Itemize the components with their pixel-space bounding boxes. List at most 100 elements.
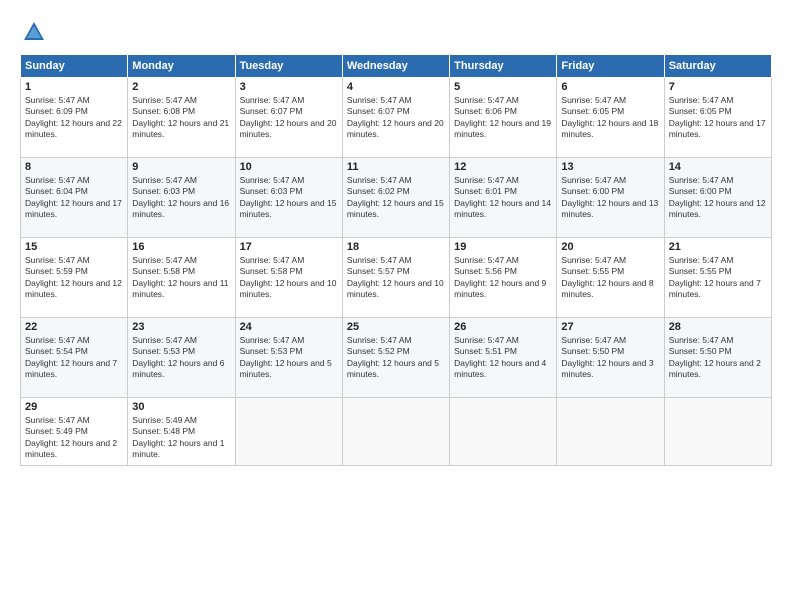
- day-number: 28: [669, 321, 767, 333]
- calendar-cell: 9Sunrise: 5:47 AM Sunset: 6:03 PM Daylig…: [128, 158, 235, 238]
- day-info: Sunrise: 5:47 AM Sunset: 5:51 PM Dayligh…: [454, 335, 552, 381]
- logo: [20, 18, 52, 46]
- day-info: Sunrise: 5:47 AM Sunset: 5:54 PM Dayligh…: [25, 335, 123, 381]
- calendar-cell: 6 Sunrise: 5:47 AM Sunset: 6:05 PM Daylig…: [557, 78, 664, 158]
- day-number: 2: [132, 81, 230, 93]
- day-number: 8: [25, 161, 123, 173]
- day-info: Sunrise: 5:47 AM Sunset: 6:05 PM Dayligh…: [561, 95, 659, 141]
- calendar-header: SundayMondayTuesdayWednesdayThursdayFrid…: [21, 55, 772, 78]
- calendar-cell: 12 Sunrise: 5:47 AM Sunset: 6:01 PM Dayli…: [450, 158, 557, 238]
- calendar-cell: 17 Sunrise: 5:47 AM Sunset: 5:58 PM Dayli…: [235, 238, 342, 318]
- day-info: Sunrise: 5:47 AM Sunset: 5:50 PM Dayligh…: [561, 335, 659, 381]
- day-info: Sunrise: 5:47 AM Sunset: 6:09 PM Dayligh…: [25, 95, 123, 141]
- day-number: 25: [347, 321, 445, 333]
- day-info: Sunrise: 5:49 AM Sunset: 5:48 PM Dayligh…: [132, 415, 230, 461]
- day-info: Sunrise: 5:47 AM Sunset: 6:02 PM Dayligh…: [347, 175, 445, 221]
- day-number: 16: [132, 241, 230, 253]
- calendar-week-4: 22 Sunrise: 5:47 AM Sunset: 5:54 PM Dayli…: [21, 318, 772, 398]
- day-number: 30: [132, 401, 230, 413]
- calendar-cell: 29Sunrise: 5:47 AM Sunset: 5:49 PM Dayli…: [21, 398, 128, 466]
- calendar-cell: [450, 398, 557, 466]
- day-number: 18: [347, 241, 445, 253]
- calendar-cell: [664, 398, 771, 466]
- weekday-header-tuesday: Tuesday: [235, 55, 342, 78]
- day-number: 27: [561, 321, 659, 333]
- calendar-week-3: 15 Sunrise: 5:47 AM Sunset: 5:59 PM Dayli…: [21, 238, 772, 318]
- day-number: 11: [347, 161, 445, 173]
- weekday-header-thursday: Thursday: [450, 55, 557, 78]
- day-info: Sunrise: 5:47 AM Sunset: 5:53 PM Dayligh…: [240, 335, 338, 381]
- calendar-cell: 8 Sunrise: 5:47 AM Sunset: 6:04 PM Daylig…: [21, 158, 128, 238]
- day-number: 5: [454, 81, 552, 93]
- calendar-cell: 21Sunrise: 5:47 AM Sunset: 5:55 PM Dayli…: [664, 238, 771, 318]
- calendar-cell: [235, 398, 342, 466]
- calendar-body: 1 Sunrise: 5:47 AM Sunset: 6:09 PM Daylig…: [21, 78, 772, 466]
- day-info: Sunrise: 5:47 AM Sunset: 6:03 PM Dayligh…: [240, 175, 338, 221]
- day-info: Sunrise: 5:47 AM Sunset: 5:49 PM Dayligh…: [25, 415, 123, 461]
- day-info: Sunrise: 5:47 AM Sunset: 5:50 PM Dayligh…: [669, 335, 767, 381]
- day-info: Sunrise: 5:47 AM Sunset: 6:01 PM Dayligh…: [454, 175, 552, 221]
- day-number: 22: [25, 321, 123, 333]
- day-number: 6: [561, 81, 659, 93]
- weekday-header-sunday: Sunday: [21, 55, 128, 78]
- calendar-cell: 16 Sunrise: 5:47 AM Sunset: 5:58 PM Dayli…: [128, 238, 235, 318]
- weekday-header-row: SundayMondayTuesdayWednesdayThursdayFrid…: [21, 55, 772, 78]
- calendar-cell: 20 Sunrise: 5:47 AM Sunset: 5:55 PM Dayli…: [557, 238, 664, 318]
- day-info: Sunrise: 5:47 AM Sunset: 6:00 PM Dayligh…: [561, 175, 659, 221]
- page: SundayMondayTuesdayWednesdayThursdayFrid…: [0, 0, 792, 612]
- day-number: 1: [25, 81, 123, 93]
- day-info: Sunrise: 5:47 AM Sunset: 6:04 PM Dayligh…: [25, 175, 123, 221]
- calendar-cell: 5 Sunrise: 5:47 AM Sunset: 6:06 PM Daylig…: [450, 78, 557, 158]
- day-info: Sunrise: 5:47 AM Sunset: 6:06 PM Dayligh…: [454, 95, 552, 141]
- day-info: Sunrise: 5:47 AM Sunset: 6:03 PM Dayligh…: [132, 175, 230, 221]
- day-number: 10: [240, 161, 338, 173]
- weekday-header-saturday: Saturday: [664, 55, 771, 78]
- day-info: Sunrise: 5:47 AM Sunset: 5:55 PM Dayligh…: [561, 255, 659, 301]
- calendar-cell: 3Sunrise: 5:47 AM Sunset: 6:07 PM Daylig…: [235, 78, 342, 158]
- day-info: Sunrise: 5:47 AM Sunset: 5:58 PM Dayligh…: [132, 255, 230, 301]
- calendar-cell: [342, 398, 449, 466]
- day-info: Sunrise: 5:47 AM Sunset: 5:53 PM Dayligh…: [132, 335, 230, 381]
- calendar-cell: 26Sunrise: 5:47 AM Sunset: 5:51 PM Dayli…: [450, 318, 557, 398]
- calendar-cell: 2 Sunrise: 5:47 AM Sunset: 6:08 PM Daylig…: [128, 78, 235, 158]
- weekday-header-friday: Friday: [557, 55, 664, 78]
- day-info: Sunrise: 5:47 AM Sunset: 6:07 PM Dayligh…: [347, 95, 445, 141]
- calendar-cell: 10 Sunrise: 5:47 AM Sunset: 6:03 PM Dayli…: [235, 158, 342, 238]
- calendar-cell: 13 Sunrise: 5:47 AM Sunset: 6:00 PM Dayli…: [557, 158, 664, 238]
- day-number: 3: [240, 81, 338, 93]
- day-number: 15: [25, 241, 123, 253]
- calendar-cell: 14Sunrise: 5:47 AM Sunset: 6:00 PM Dayli…: [664, 158, 771, 238]
- calendar-cell: 19Sunrise: 5:47 AM Sunset: 5:56 PM Dayli…: [450, 238, 557, 318]
- day-info: Sunrise: 5:47 AM Sunset: 6:05 PM Dayligh…: [669, 95, 767, 141]
- calendar-cell: 27 Sunrise: 5:47 AM Sunset: 5:50 PM Dayli…: [557, 318, 664, 398]
- calendar: SundayMondayTuesdayWednesdayThursdayFrid…: [20, 54, 772, 466]
- day-info: Sunrise: 5:47 AM Sunset: 5:58 PM Dayligh…: [240, 255, 338, 301]
- day-info: Sunrise: 5:47 AM Sunset: 5:57 PM Dayligh…: [347, 255, 445, 301]
- day-number: 20: [561, 241, 659, 253]
- calendar-cell: [557, 398, 664, 466]
- calendar-cell: 18 Sunrise: 5:47 AM Sunset: 5:57 PM Dayli…: [342, 238, 449, 318]
- day-info: Sunrise: 5:47 AM Sunset: 6:08 PM Dayligh…: [132, 95, 230, 141]
- day-info: Sunrise: 5:47 AM Sunset: 5:56 PM Dayligh…: [454, 255, 552, 301]
- day-number: 17: [240, 241, 338, 253]
- calendar-cell: 28 Sunrise: 5:47 AM Sunset: 5:50 PM Dayli…: [664, 318, 771, 398]
- header-area: [20, 18, 772, 46]
- day-number: 4: [347, 81, 445, 93]
- day-number: 13: [561, 161, 659, 173]
- calendar-cell: 24Sunrise: 5:47 AM Sunset: 5:53 PM Dayli…: [235, 318, 342, 398]
- calendar-cell: 23Sunrise: 5:47 AM Sunset: 5:53 PM Dayli…: [128, 318, 235, 398]
- day-info: Sunrise: 5:47 AM Sunset: 5:52 PM Dayligh…: [347, 335, 445, 381]
- calendar-cell: 1 Sunrise: 5:47 AM Sunset: 6:09 PM Daylig…: [21, 78, 128, 158]
- calendar-cell: 15 Sunrise: 5:47 AM Sunset: 5:59 PM Dayli…: [21, 238, 128, 318]
- calendar-cell: 7 Sunrise: 5:47 AM Sunset: 6:05 PM Daylig…: [664, 78, 771, 158]
- day-info: Sunrise: 5:47 AM Sunset: 5:59 PM Dayligh…: [25, 255, 123, 301]
- day-number: 7: [669, 81, 767, 93]
- weekday-header-monday: Monday: [128, 55, 235, 78]
- day-number: 12: [454, 161, 552, 173]
- day-number: 21: [669, 241, 767, 253]
- weekday-header-wednesday: Wednesday: [342, 55, 449, 78]
- calendar-week-1: 1 Sunrise: 5:47 AM Sunset: 6:09 PM Daylig…: [21, 78, 772, 158]
- day-info: Sunrise: 5:47 AM Sunset: 6:00 PM Dayligh…: [669, 175, 767, 221]
- calendar-week-5: 29Sunrise: 5:47 AM Sunset: 5:49 PM Dayli…: [21, 398, 772, 466]
- logo-icon: [20, 18, 48, 46]
